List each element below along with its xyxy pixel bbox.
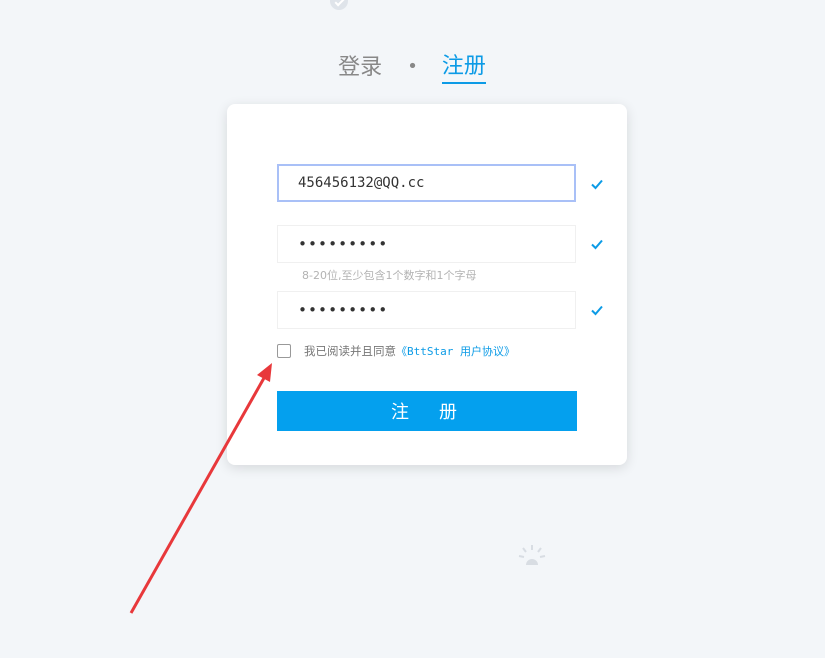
register-card: 456456132@QQ.cc ••••••••• 8-20位,至少包含1个数字…	[227, 104, 627, 465]
agree-checkbox[interactable]	[277, 344, 291, 358]
register-button[interactable]: 注册	[277, 391, 577, 431]
user-agreement-link[interactable]: 《BttStar 用户协议》	[396, 343, 515, 359]
password-value: •••••••••	[298, 235, 389, 253]
tab-login[interactable]: 登录	[338, 49, 382, 83]
email-field[interactable]: 456456132@QQ.cc	[277, 164, 576, 202]
check-icon	[591, 179, 603, 190]
confirm-password-field[interactable]: •••••••••	[277, 291, 576, 329]
password-hint: 8-20位,至少包含1个数字和1个字母	[302, 269, 477, 282]
confirm-password-value: •••••••••	[298, 301, 389, 319]
tab-register[interactable]: 注册	[441, 48, 486, 84]
agree-text: 我已阅读并且同意	[304, 344, 396, 358]
auth-tabs: 登录 • 注册	[0, 48, 825, 84]
agreement-row: 我已阅读并且同意 《BttStar 用户协议》	[277, 343, 515, 359]
tab-separator: •	[407, 55, 418, 77]
check-icon	[591, 239, 603, 250]
email-value: 456456132@QQ.cc	[298, 175, 425, 191]
lightbulb-icon	[518, 545, 546, 565]
password-field[interactable]: •••••••••	[277, 225, 576, 263]
check-circle-icon	[330, 0, 348, 10]
check-icon	[591, 305, 603, 316]
